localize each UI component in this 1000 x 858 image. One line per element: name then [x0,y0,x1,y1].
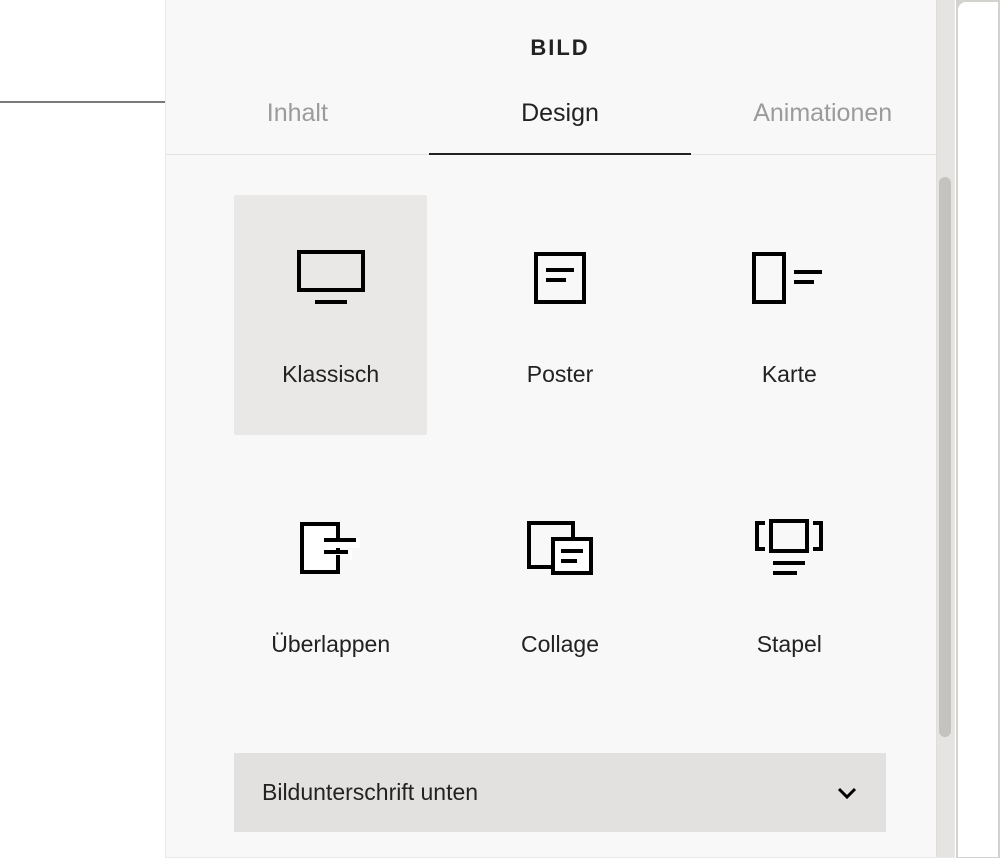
layout-grid: Klassisch Poster [234,195,886,705]
tab-animationen[interactable]: Animationen [691,85,954,154]
layout-option-collage[interactable]: Collage [463,465,656,705]
layout-label: Karte [762,361,817,388]
scrollbar-track[interactable] [936,0,954,857]
right-window-edge [956,0,1000,858]
layout-label: Collage [521,631,599,658]
layout-option-klassisch[interactable]: Klassisch [234,195,427,435]
background-divider [0,101,165,103]
panel-title: BILD [166,0,954,85]
collage-layout-icon [525,503,595,593]
layout-label: Poster [527,361,593,388]
layout-option-stapel[interactable]: Stapel [693,465,886,705]
layout-label: Stapel [757,631,822,658]
dropdown-label: Bildunterschrift unten [262,779,478,806]
tab-inhalt[interactable]: Inhalt [166,85,429,154]
overlap-layout-icon [298,503,364,593]
layout-option-poster[interactable]: Poster [463,195,656,435]
layout-label: Klassisch [282,361,379,388]
layout-option-ueberlappen[interactable]: Überlappen [234,465,427,705]
classic-layout-icon [295,233,367,323]
design-content: Klassisch Poster [166,155,954,836]
chevron-down-icon [836,782,858,804]
tabs: Inhalt Design Animationen [166,85,954,155]
caption-position-dropdown[interactable]: Bildunterschrift unten [234,753,886,832]
stack-layout-icon [753,503,825,593]
tab-design[interactable]: Design [429,85,692,154]
layout-label: Überlappen [271,631,390,658]
layout-option-karte[interactable]: Karte [693,195,886,435]
poster-layout-icon [532,233,588,323]
scrollbar-thumb[interactable] [939,177,951,737]
card-layout-icon [750,233,828,323]
image-settings-panel: BILD Inhalt Design Animationen Klassisch [165,0,955,858]
